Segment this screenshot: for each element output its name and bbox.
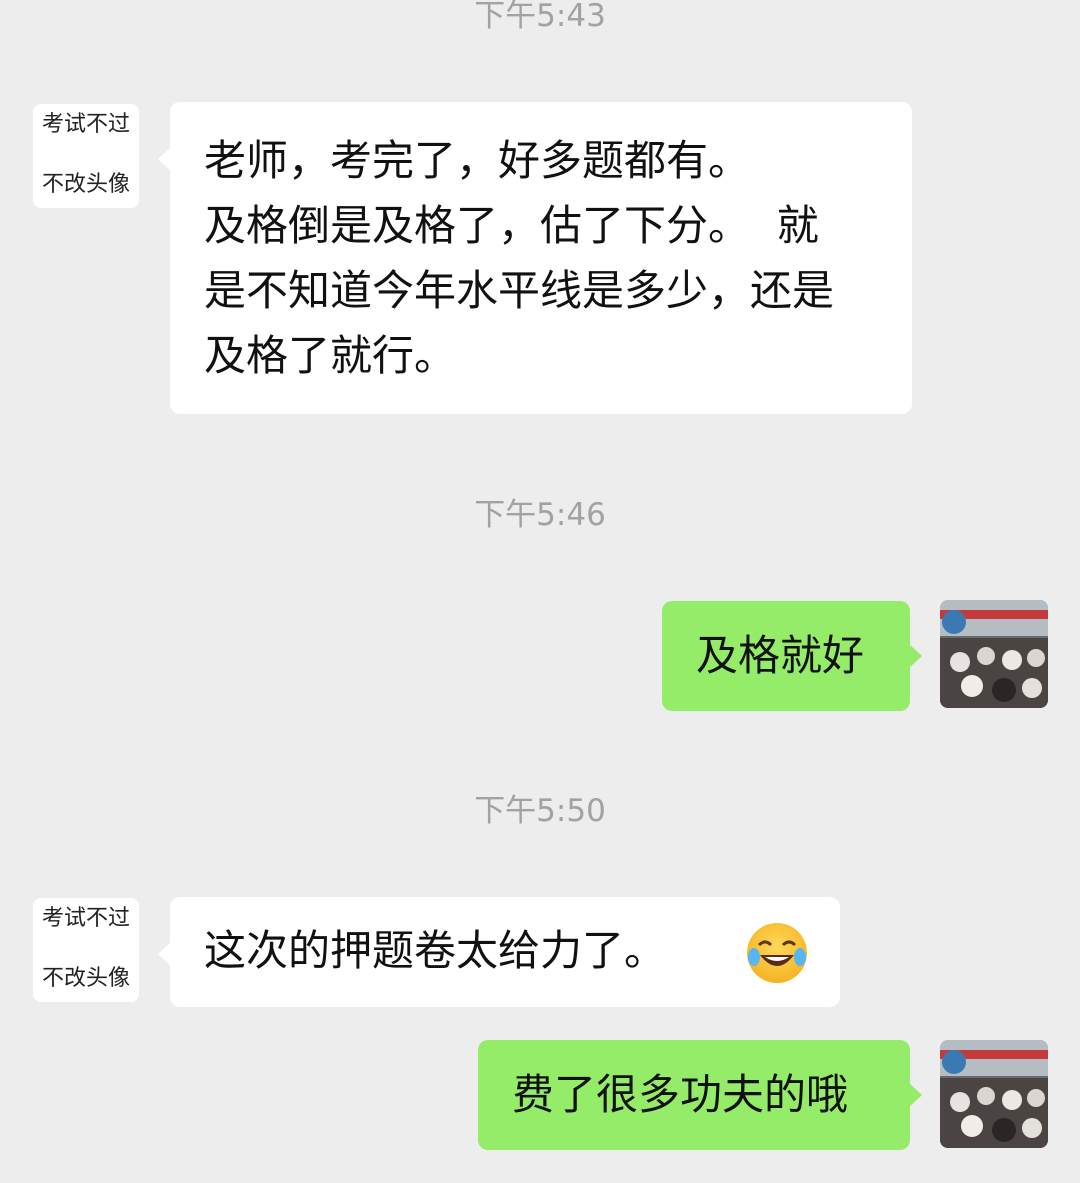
user-avatar[interactable] (940, 600, 1048, 708)
avatar-photo-image (940, 600, 1048, 708)
message-bubble-sent[interactable]: 及格就好 (662, 601, 922, 711)
avatar-photo-image (940, 1040, 1048, 1148)
message-text: 及格就好 (696, 631, 865, 680)
avatar-label-line: 考试不过 (41, 112, 130, 137)
timestamp: 下午5:43 (474, 0, 606, 34)
message-bubble-received[interactable]: 这次的押题卷太给力了。 (158, 897, 840, 1007)
message-text: 费了很多功夫的哦 (512, 1070, 849, 1119)
avatar-label-line: 考试不过 (41, 906, 130, 931)
message-bubble-received[interactable]: 老师，考完了，好多题都有。 及格倒是及格了，估了下分。 就 是不知道今年水平线是… (158, 102, 912, 414)
face-with-tears-of-joy-icon (747, 923, 807, 983)
avatar-label-line: 不改头像 (41, 966, 130, 991)
timestamp: 下午5:50 (474, 793, 606, 829)
message-text-line: 是不知道今年水平线是多少，还是 (204, 266, 835, 315)
user-avatar[interactable] (940, 1040, 1048, 1148)
timestamp: 下午5:46 (474, 497, 606, 533)
message-text-line: 及格了就行。 (204, 331, 457, 380)
message-text-line: 老师，考完了，好多题都有。 (204, 136, 751, 185)
avatar-label-line: 不改头像 (41, 172, 130, 197)
message-bubble-sent[interactable]: 费了很多功夫的哦 (478, 1040, 922, 1150)
message-text: 这次的押题卷太给力了。 (204, 926, 667, 975)
contact-avatar[interactable]: 考试不过 不改头像 (33, 898, 139, 1002)
contact-avatar[interactable]: 考试不过 不改头像 (33, 104, 139, 208)
message-text-line: 及格倒是及格了，估了下分。 就 (204, 201, 819, 250)
